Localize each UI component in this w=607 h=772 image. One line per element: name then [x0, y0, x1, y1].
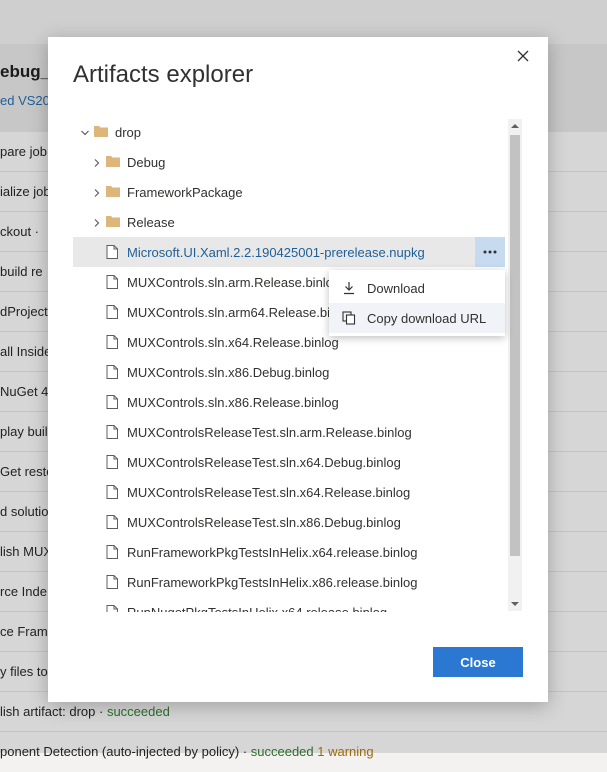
job-name: ialize job — [0, 184, 51, 199]
job-name: NuGet 4 — [0, 384, 49, 399]
tree-file-row[interactable]: MUXControlsReleaseTest.sln.x64.Debug.bin… — [73, 447, 505, 477]
menu-item-download[interactable]: Download — [329, 273, 505, 303]
tree-file-row[interactable]: MUXControlsReleaseTest.sln.arm.Release.b… — [73, 417, 505, 447]
chevron-right-icon[interactable] — [92, 156, 104, 168]
file-icon — [106, 275, 120, 289]
tree-item-label: RunFrameworkPkgTestsInHelix.x86.release.… — [127, 575, 418, 590]
job-name: ce Frame — [0, 624, 55, 639]
tree-scrollbar[interactable] — [508, 119, 522, 611]
more-actions-icon[interactable] — [475, 237, 505, 267]
artifacts-dialog: Artifacts explorer drop Debug FrameworkPac… — [48, 37, 548, 702]
file-icon — [106, 395, 120, 409]
job-status: succeeded — [250, 744, 314, 759]
job-name: ponent Detection (auto-injected by polic… — [0, 744, 251, 759]
background-job-row: ponent Detection (auto-injected by polic… — [0, 732, 607, 772]
tree-item-label: MUXControls.sln.x64.Release.binlog — [127, 335, 339, 350]
file-icon — [106, 515, 120, 529]
tree-file-row[interactable]: Microsoft.UI.Xaml.2.2.190425001-prerelea… — [73, 237, 505, 267]
file-icon — [106, 425, 120, 439]
file-icon — [106, 485, 120, 499]
job-name: rce Inde — [0, 584, 47, 599]
tree-file-row[interactable]: MUXControlsReleaseTest.sln.x64.Release.b… — [73, 477, 505, 507]
folder-icon — [106, 215, 120, 229]
tree-item-label: RunFrameworkPkgTestsInHelix.x64.release.… — [127, 545, 418, 560]
job-name: d solutio — [0, 504, 49, 519]
tree-item-label: MUXControls.sln.arm64.Release.binlog — [127, 305, 355, 320]
download-icon — [342, 281, 356, 295]
file-icon — [106, 365, 120, 379]
tree-item-label: drop — [115, 125, 142, 140]
tree-item-label: Microsoft.UI.Xaml.2.2.190425001-prerelea… — [127, 245, 425, 260]
menu-item-label: Download — [367, 281, 425, 296]
job-name: y files to — [0, 664, 48, 679]
job-warning: 1 warning — [313, 744, 374, 759]
scroll-down-arrow-icon[interactable] — [508, 597, 522, 611]
tree-item-label: FrameworkPackage — [127, 185, 243, 200]
job-status: succeeded — [106, 704, 170, 719]
file-icon — [106, 575, 120, 589]
tree-file-row[interactable]: RunFrameworkPkgTestsInHelix.x86.release.… — [73, 567, 505, 597]
tree-file-row[interactable]: MUXControls.sln.x86.Release.binlog — [73, 387, 505, 417]
file-icon — [106, 605, 120, 612]
tree-file-row[interactable]: RunNugetPkgTestsInHelix.x64.release.binl… — [73, 597, 505, 612]
menu-item-label: Copy download URL — [367, 311, 487, 326]
dialog-title: Artifacts explorer — [73, 61, 254, 88]
tree-item-label: RunNugetPkgTestsInHelix.x64.release.binl… — [127, 605, 387, 612]
job-name: lish artifact: drop · — [0, 704, 107, 719]
close-icon[interactable] — [512, 45, 534, 67]
tree-item-label: MUXControlsReleaseTest.sln.x86.Debug.bin… — [127, 515, 401, 530]
tree-item-label: Debug — [127, 155, 166, 170]
tree-folder-row[interactable]: Debug — [73, 147, 505, 177]
tree-item-label: MUXControls.sln.x86.Release.binlog — [127, 395, 339, 410]
file-icon — [106, 455, 120, 469]
chevron-down-icon[interactable] — [80, 126, 92, 138]
job-name: ckout · — [0, 224, 40, 239]
menu-item-copy-url[interactable]: Copy download URL — [329, 303, 505, 333]
job-name: Get resto — [0, 464, 54, 479]
close-button[interactable]: Close — [433, 647, 523, 677]
job-name: play build — [0, 424, 55, 439]
job-name: dProject — [0, 304, 48, 319]
copy-icon — [342, 311, 356, 325]
tree-item-label: Release — [127, 215, 175, 230]
file-icon — [106, 335, 120, 349]
job-name: pare job — [0, 144, 47, 159]
file-icon — [106, 245, 120, 259]
tree-item-label: MUXControls.sln.arm.Release.binlog — [127, 275, 341, 290]
tree-folder-row[interactable]: drop — [73, 117, 505, 147]
scroll-thumb[interactable] — [510, 135, 520, 556]
job-name: lish MUX — [0, 544, 53, 559]
folder-icon — [106, 155, 120, 169]
folder-icon — [106, 185, 120, 199]
tree-item-label: MUXControlsReleaseTest.sln.x64.Release.b… — [127, 485, 411, 500]
background-subtitle: ed VS20 — [0, 93, 50, 108]
tree-file-row[interactable]: MUXControlsReleaseTest.sln.x86.Debug.bin… — [73, 507, 505, 537]
job-name: all Inside — [0, 344, 52, 359]
artifact-tree: drop Debug FrameworkPackage Release Microsof… — [73, 117, 522, 612]
chevron-right-icon[interactable] — [92, 186, 104, 198]
file-icon — [106, 545, 120, 559]
tree-folder-row[interactable]: FrameworkPackage — [73, 177, 505, 207]
tree-folder-row[interactable]: Release — [73, 207, 505, 237]
tree-item-label: MUXControls.sln.x86.Debug.binlog — [127, 365, 330, 380]
scroll-up-arrow-icon[interactable] — [508, 119, 522, 133]
folder-icon — [94, 125, 108, 139]
chevron-right-icon[interactable] — [92, 216, 104, 228]
context-menu: Download Copy download URL — [329, 270, 505, 336]
file-icon — [106, 305, 120, 319]
tree-item-label: MUXControlsReleaseTest.sln.x64.Debug.bin… — [127, 455, 401, 470]
job-name: build re — [0, 264, 43, 279]
tree-file-row[interactable]: RunFrameworkPkgTestsInHelix.x64.release.… — [73, 537, 505, 567]
tree-item-label: MUXControlsReleaseTest.sln.arm.Release.b… — [127, 425, 412, 440]
tree-file-row[interactable]: MUXControls.sln.x86.Debug.binlog — [73, 357, 505, 387]
